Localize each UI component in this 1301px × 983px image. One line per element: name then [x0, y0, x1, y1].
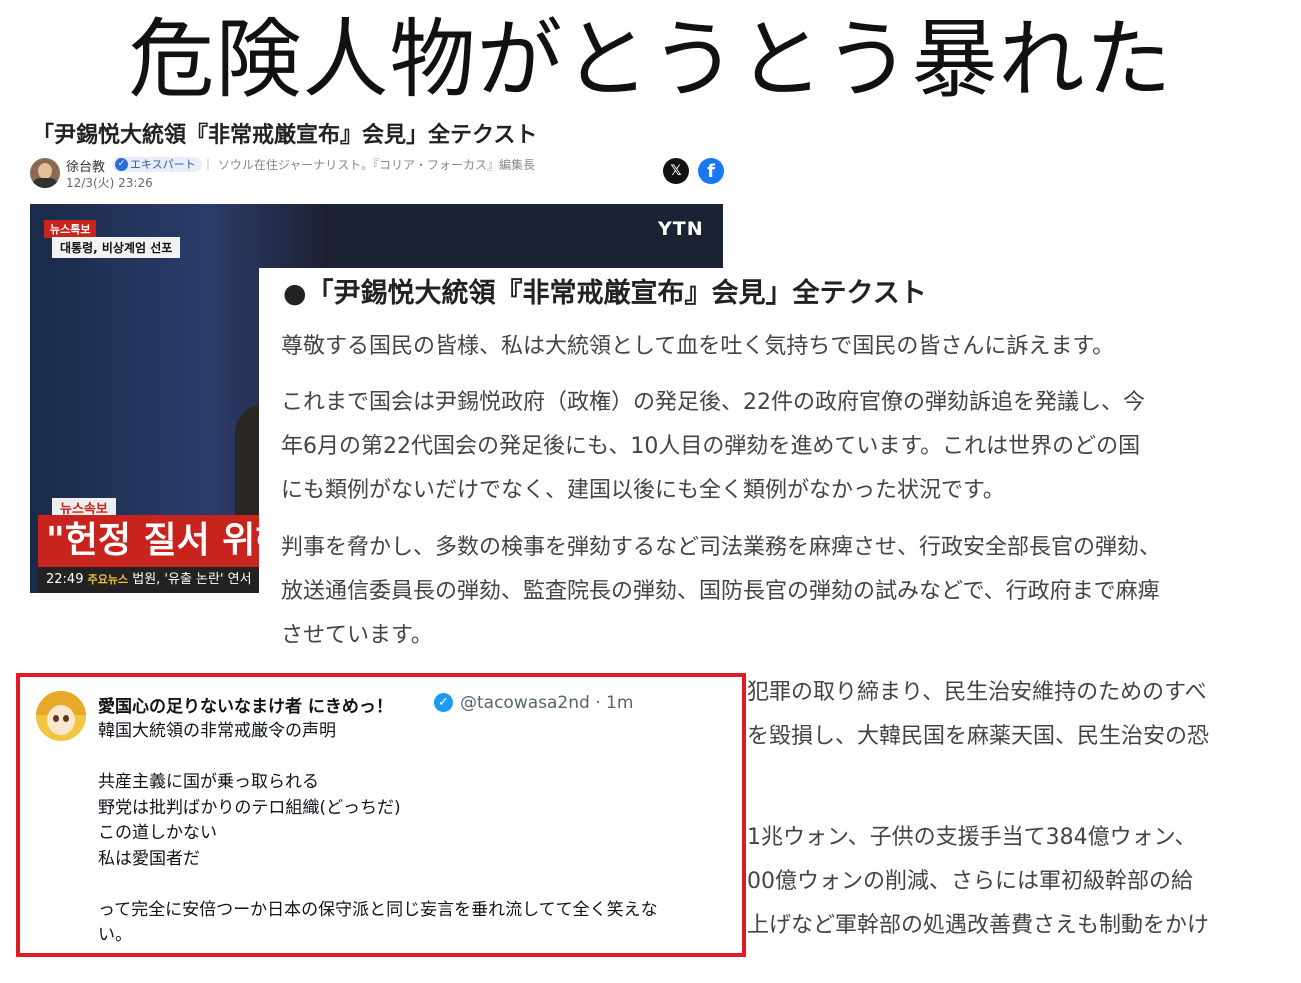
video-subtitle: 대통령, 비상계엄 선포	[52, 237, 181, 258]
statement-paragraph: 犯罪の取り締まり、民生治安維持のためのすべ を毀損し、大韓民国を麻薬天国、民生治…	[747, 671, 1267, 759]
meme-headline: 危険人物がとうとう暴れた	[128, 10, 1173, 110]
article-date: 12/3(火) 23:26	[66, 176, 153, 190]
author-name[interactable]: 徐台教	[66, 156, 105, 175]
tweet-line: って完全に安倍つーか日本の保守派と同じ妄言を垂れ流してて全く笑えな	[98, 899, 658, 920]
breaking-tag: 뉴스특보	[44, 220, 97, 238]
tweet-line: 共産主義に国が乗っ取られる	[98, 772, 319, 792]
verified-badge-icon: ✓	[434, 693, 453, 712]
check-icon: ✓	[115, 158, 128, 171]
statement-line: にも類例がないだけでなく、建国以後にも全く類例がなかった状況です。	[281, 478, 1005, 503]
statement-line: 尊敬する国民の皆様、私は大統領として血を吐く気持ちで国民の皆さんに訴えます。	[281, 334, 1115, 359]
tweet-line	[98, 745, 738, 771]
ytn-logo: YTN	[658, 218, 704, 240]
statement-line: 年6月の第22代国会の発足後にも、10人目の弾劾を進めています。これは世界のどの…	[281, 434, 1141, 459]
statement-paragraph: 判事を脅かし、多数の検事を弾劾するなど司法業務を麻痺させ、行政安全部長官の弾劾、…	[281, 526, 1271, 658]
statement-line: させています。	[281, 623, 433, 648]
statement-paragraph: これまで国会は尹錫悦政府（政権）の発足後、22件の政府官僚の弾劾訴追を発議し、今…	[281, 381, 1271, 513]
statement-line: 上げなど軍幹部の処遇改善費さえも制動をかけ	[747, 913, 1210, 938]
tweet-line: 私は愛国者だ	[98, 848, 200, 869]
statement-line: これまで国会は尹錫悦政府（政権）の発足後、22件の政府官僚の弾劾訴追を発議し、今	[281, 390, 1145, 415]
tweet-handle[interactable]: @tacowasa2nd · 1m	[460, 693, 633, 713]
expert-badge-label: エキスパート	[130, 158, 196, 171]
ticker-text: 법원, '유출 논란' 연서	[132, 572, 252, 587]
ticker-time: 22:49	[46, 572, 84, 587]
article-title[interactable]: 「尹錫悦大統領『非常戒厳宣布』会見」全テクスト	[32, 117, 537, 149]
article-byline: 徐台教 ✓ エキスパート ｜ ソウル在住ジャーナリスト。『コリア・フォーカス』編集…	[30, 156, 730, 192]
tweet-card[interactable]: 愛国心の足りないなまけ者 にきめっ！ ✓ @tacowasa2nd · 1m 韓…	[16, 673, 746, 957]
statement-paragraph: 尊敬する国民の皆様、私は大統領として血を吐く気持ちで国民の皆さんに訴えます。	[281, 325, 1271, 369]
statement-line: 判事を脅かし、多数の検事を弾劾するなど司法業務を麻痺させ、行政安全部長官の弾劾、	[281, 535, 1162, 560]
author-avatar[interactable]	[30, 158, 60, 188]
statement-line: 放送通信委員長の弾劾、監査院長の弾劾、国防長官の弾劾の試みなどで、行政府まで麻痺	[281, 579, 1160, 604]
tweet-display-name[interactable]: 愛国心の足りないなまけ者 にきめっ！	[98, 692, 393, 717]
statement-line: を毀損し、大韓民国を麻薬天国、民生治安の恐	[747, 724, 1210, 749]
statement-title: ●「尹錫悦大統領『非常戒厳宣布』会見」全テクスト	[283, 278, 927, 309]
statement-line: 犯罪の取り締まり、民生治安維持のためのすべ	[747, 680, 1207, 705]
tweet-line: この道しかない	[98, 823, 217, 843]
author-bio: ｜ ソウル在住ジャーナリスト。『コリア・フォーカス』編集長	[202, 158, 535, 172]
ticker-label: 주요뉴스	[87, 573, 129, 586]
statement-paragraph: 1兆ウォン、子供の支援手当て384億ウォン、 00億ウォンの削減、さらには軍初級…	[747, 816, 1267, 948]
news-ticker: 22:49 주요뉴스 법원, '유출 논란' 연서	[38, 567, 286, 593]
statement-line: 00億ウォンの削減、さらには軍初級幹部の給	[747, 869, 1193, 894]
tweet-line: 韓国大統領の非常戒厳令の声明	[98, 721, 336, 741]
statement-line: 1兆ウォン、子供の支援手当て384億ウォン、	[747, 825, 1197, 850]
x-share-icon[interactable]: 𝕏	[663, 158, 689, 184]
facebook-share-icon[interactable]: f	[698, 158, 724, 184]
video-caption: "헌정 질서 위해 비	[38, 515, 286, 567]
tweet-line: 野党は批判ばかりのテロ組織(どっちだ)	[98, 797, 401, 818]
tweet-line: い。	[98, 925, 132, 945]
tweet-body: 韓国大統領の非常戒厳令の声明 共産主義に国が乗っ取られる 野党は批判ばかりのテロ…	[98, 719, 738, 949]
expert-badge: ✓ エキスパート	[112, 157, 202, 172]
tweet-line	[98, 872, 738, 898]
tweet-avatar[interactable]	[36, 691, 86, 741]
